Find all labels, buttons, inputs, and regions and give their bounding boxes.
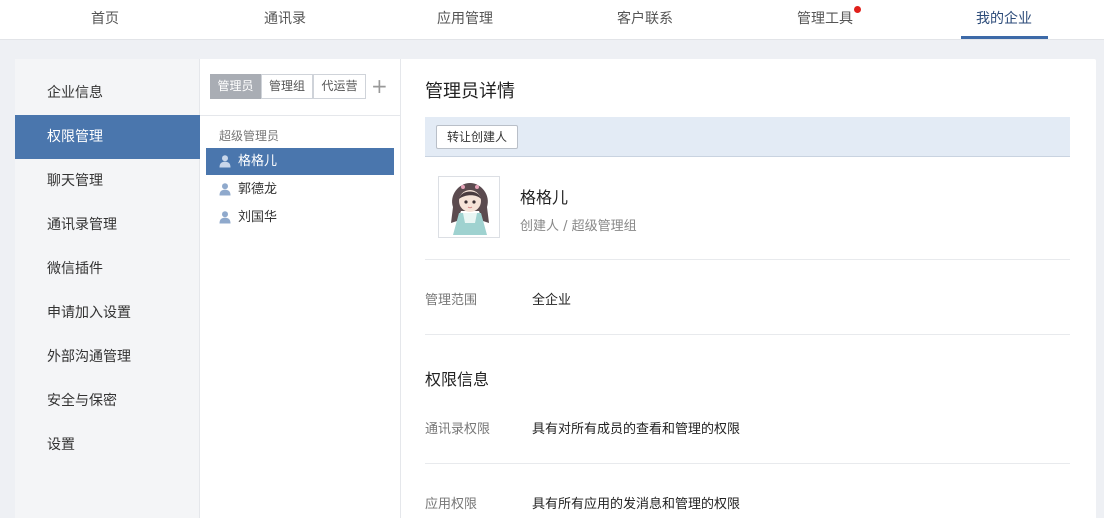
profile-role: 创建人 / 超级管理组	[520, 219, 637, 234]
app-permission-value: 具有所有应用的发消息和管理的权限	[532, 497, 741, 512]
admin-list-item[interactable]: 郭德龙	[206, 176, 394, 203]
divider	[425, 259, 1070, 260]
admin-name: 郭德龙	[238, 182, 278, 197]
main-panel: 企业信息 权限管理 聊天管理 通讯录管理 微信插件 申请加入设置 外部沟通管理 …	[15, 59, 1096, 518]
divider	[425, 334, 1070, 335]
admin-name: 格格儿	[238, 154, 278, 169]
sidebar-item-external-communication[interactable]: 外部沟通管理	[15, 335, 200, 379]
person-icon	[219, 183, 231, 196]
nav-customer-contact[interactable]: 客户联系	[610, 0, 680, 40]
nav-home[interactable]: 首页	[80, 0, 130, 40]
person-icon	[219, 211, 231, 224]
notification-dot	[854, 6, 861, 13]
permission-section-title: 权限信息	[425, 370, 490, 389]
nav-app-management[interactable]: 应用管理	[430, 0, 500, 40]
scope-label: 管理范围	[425, 293, 478, 308]
sidebar: 企业信息 权限管理 聊天管理 通讯录管理 微信插件 申请加入设置 外部沟通管理 …	[15, 59, 200, 518]
avatar-illustration	[439, 177, 499, 237]
admin-detail: 管理员详情 转让创建人 格格儿 创建人 / 超级管理组 管理范围 全企业 权限信…	[401, 59, 1096, 518]
nav-active-indicator	[961, 36, 1048, 39]
contacts-permission-label: 通讯录权限	[425, 422, 491, 437]
contacts-permission-value: 具有对所有成员的查看和管理的权限	[532, 422, 741, 437]
avatar	[438, 176, 500, 238]
top-nav: 首页 通讯录 应用管理 客户联系 管理工具 我的企业	[0, 0, 1104, 40]
person-icon	[219, 155, 231, 168]
admin-list-panel: 管理员 管理组 代运营 + 超级管理员 格格儿 郭德龙 刘国华	[200, 59, 401, 518]
sidebar-item-wechat-plugin[interactable]: 微信插件	[15, 247, 200, 291]
sidebar-item-contacts-management[interactable]: 通讯录管理	[15, 203, 200, 247]
tab-admins[interactable]: 管理员	[210, 74, 261, 99]
add-icon[interactable]: +	[371, 76, 388, 96]
nav-contacts[interactable]: 通讯录	[255, 0, 315, 40]
admin-list-item[interactable]: 刘国华	[206, 204, 394, 231]
admin-list-item[interactable]: 格格儿	[206, 148, 394, 175]
sidebar-item-security[interactable]: 安全与保密	[15, 379, 200, 423]
admin-name: 刘国华	[238, 210, 278, 225]
app-permission-label: 应用权限	[425, 497, 478, 512]
sidebar-item-join-settings[interactable]: 申请加入设置	[15, 291, 200, 335]
sidebar-item-settings[interactable]: 设置	[15, 423, 200, 467]
group-label-super-admin: 超级管理员	[219, 129, 280, 143]
sidebar-item-chat-management[interactable]: 聊天管理	[15, 159, 200, 203]
sidebar-item-enterprise-info[interactable]: 企业信息	[15, 71, 200, 115]
transfer-creator-button[interactable]: 转让创建人	[436, 125, 519, 149]
nav-management-tools[interactable]: 管理工具	[790, 0, 860, 40]
list-divider	[200, 115, 400, 116]
profile-name: 格格儿	[520, 188, 569, 207]
scope-value: 全企业	[532, 293, 572, 308]
page-title: 管理员详情	[425, 81, 515, 102]
sidebar-item-permissions[interactable]: 权限管理	[15, 115, 200, 159]
tab-admin-groups[interactable]: 管理组	[261, 74, 313, 99]
divider	[425, 463, 1070, 464]
tab-agency-operation[interactable]: 代运营	[313, 74, 366, 99]
nav-my-enterprise[interactable]: 我的企业	[969, 0, 1039, 40]
detail-toolbar: 转让创建人	[425, 117, 1070, 157]
